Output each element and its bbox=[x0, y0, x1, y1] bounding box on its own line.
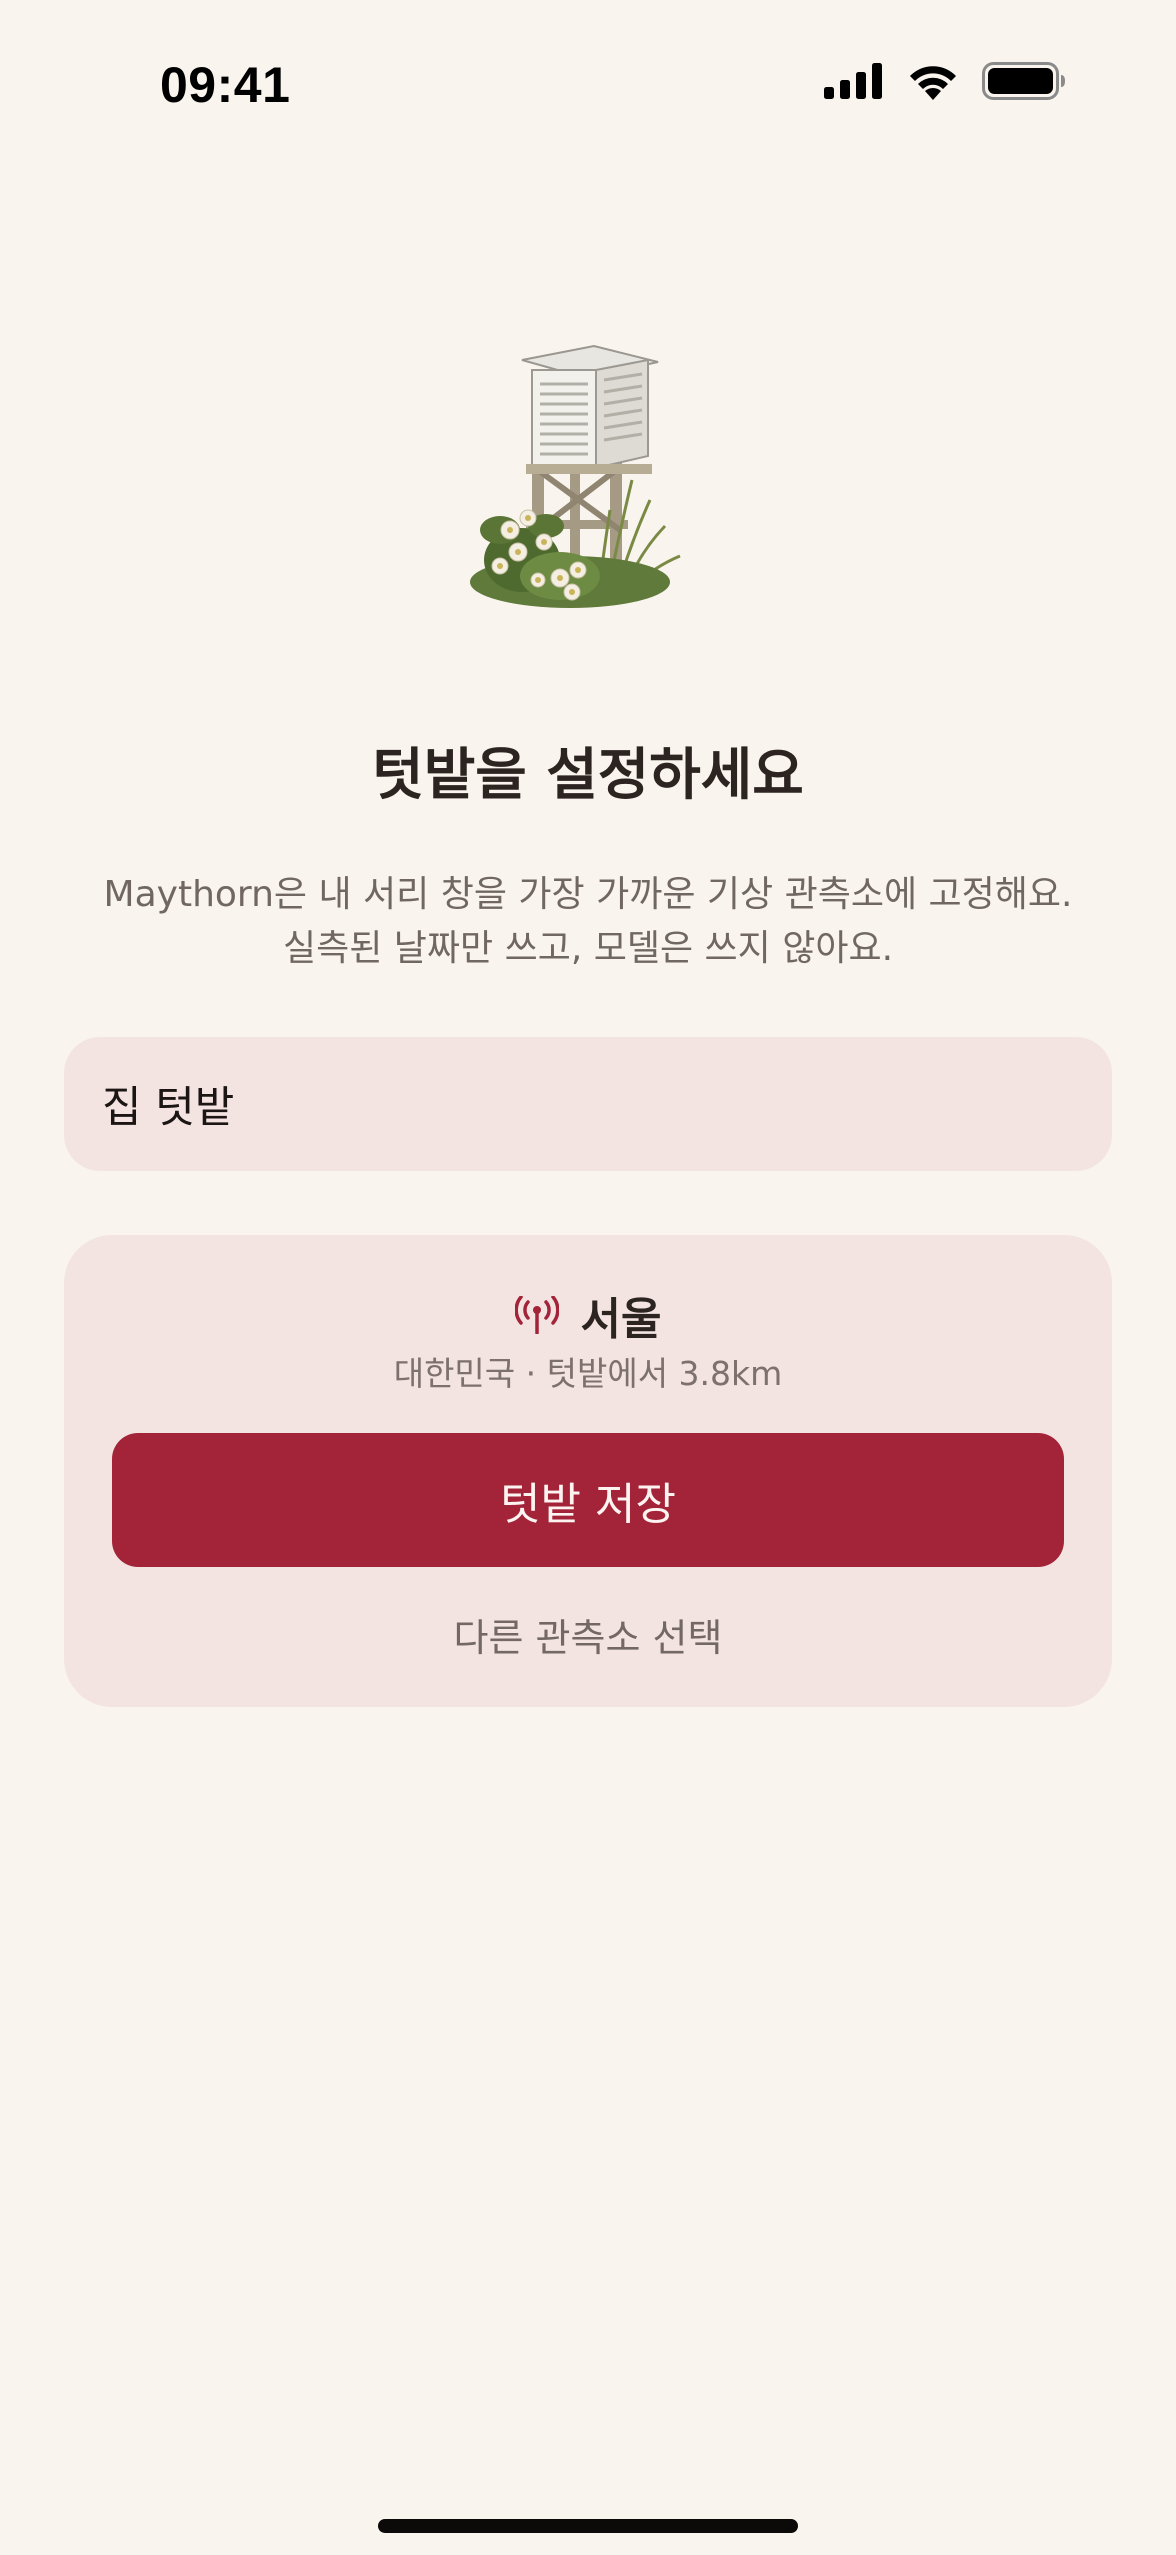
garden-name-field[interactable]: 집 텃밭 bbox=[64, 1037, 1112, 1171]
station-meta: 대한민국 · 텃밭에서 3.8km bbox=[393, 1354, 783, 1393]
choose-other-station-link[interactable]: 다른 관측소 선택 bbox=[64, 1607, 1112, 1662]
home-indicator[interactable] bbox=[378, 2519, 798, 2533]
save-garden-button[interactable]: 텃밭 저장 bbox=[112, 1433, 1064, 1567]
status-bar: 09:41 bbox=[0, 0, 1176, 170]
station-card: 서울 대한민국 · 텃밭에서 3.8km 텃밭 저장 다른 관측소 선택 bbox=[64, 1235, 1112, 1707]
weather-station-illustration bbox=[460, 330, 710, 620]
status-time: 09:41 bbox=[160, 57, 291, 113]
station-name: 서울 bbox=[580, 1294, 662, 1345]
page-subtitle: Maythorn은 내 서리 창을 가장 가까운 기상 관측소에 고정해요. 실… bbox=[60, 868, 1116, 976]
subtitle-line-2: 실측된 날짜만 쓰고, 모델은 쓰지 않아요. bbox=[282, 928, 894, 969]
antenna-icon bbox=[514, 1296, 559, 1334]
subtitle-line-1: Maythorn은 내 서리 창을 가장 가까운 기상 관측소에 고정해요. bbox=[103, 874, 1073, 915]
page-title: 텃밭을 설정하세요 bbox=[372, 743, 804, 808]
station-header: 서울 bbox=[64, 1283, 1112, 1347]
wifi-icon bbox=[910, 66, 956, 100]
status-icons bbox=[824, 62, 1066, 100]
battery-icon bbox=[982, 62, 1065, 100]
garden-name-value: 집 텃밭 bbox=[102, 1083, 235, 1133]
cellular-signal-icon bbox=[824, 63, 882, 99]
